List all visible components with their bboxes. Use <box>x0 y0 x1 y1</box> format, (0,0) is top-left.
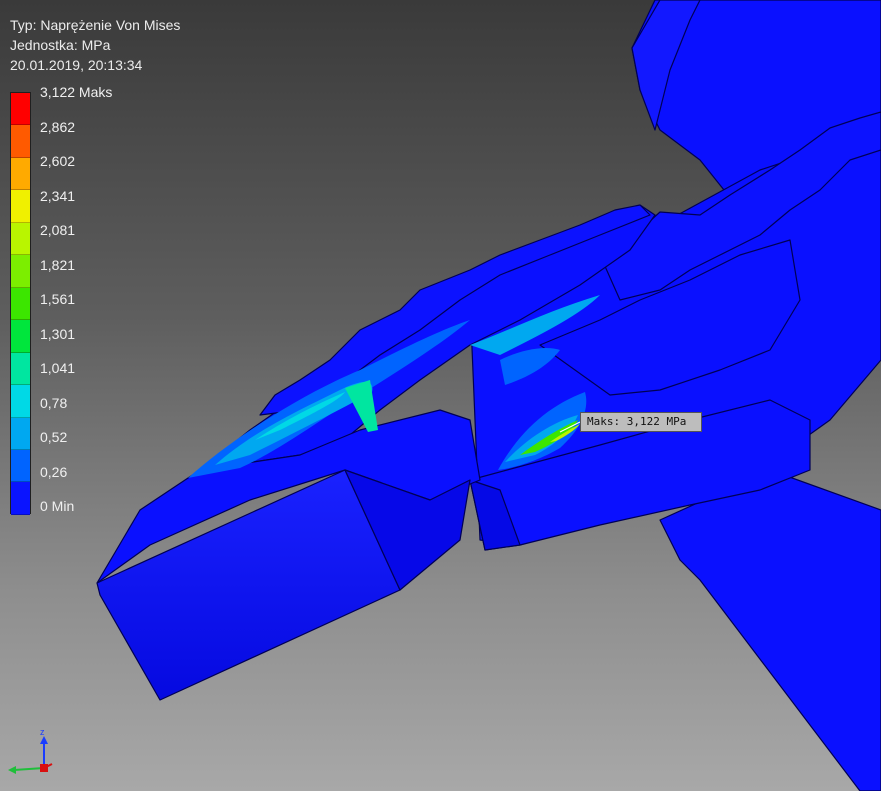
legend-band <box>11 352 30 386</box>
fea-model <box>96 0 881 791</box>
result-unit-label: Jednostka: MPa <box>10 37 111 53</box>
view-axis-triad[interactable]: z <box>4 730 60 780</box>
legend-label: 0,52 <box>40 429 68 445</box>
legend-band <box>11 449 30 483</box>
legend-band <box>11 385 30 418</box>
legend-label: 2,602 <box>40 153 76 169</box>
shaft-diagonal <box>659 469 881 791</box>
legend-label: 2,341 <box>40 187 76 204</box>
legend-band <box>11 417 30 450</box>
result-timestamp-label: 20.01.2019, 20:13:34 <box>10 57 143 73</box>
legend-band <box>11 320 30 353</box>
legend-band <box>11 93 30 126</box>
legend-label: 0 Min <box>40 498 75 514</box>
legend-label: 2,862 <box>40 118 76 135</box>
legend-band <box>11 482 30 515</box>
legend-label: 0,78 <box>40 394 68 411</box>
legend-band <box>11 190 30 223</box>
max-value-probe[interactable]: Maks: 3,122 MPa <box>580 412 702 432</box>
z-axis-icon: z <box>40 730 48 768</box>
legend-label: 1,561 <box>40 291 76 307</box>
svg-text:z: z <box>40 730 45 737</box>
x-axis-icon <box>8 766 45 774</box>
legend-band <box>11 255 30 288</box>
legend-label: 1,041 <box>40 360 76 376</box>
result-type-label: Typ: Naprężenie Von Mises <box>10 17 181 33</box>
legend-band <box>11 157 30 191</box>
legend-band <box>11 287 30 321</box>
legend-label: 1,821 <box>40 256 76 273</box>
legend-label: 1,301 <box>40 325 76 342</box>
legend-label: 3,122 Maks <box>40 84 113 100</box>
color-legend-bar <box>10 92 31 515</box>
model-viewport[interactable] <box>0 0 881 791</box>
legend-label: 0,26 <box>40 463 68 480</box>
legend-label: 2,081 <box>40 222 76 238</box>
front-block-left-face <box>96 469 401 701</box>
legend-band <box>11 222 30 256</box>
y-axis-icon <box>40 763 53 772</box>
legend-band <box>11 125 30 158</box>
